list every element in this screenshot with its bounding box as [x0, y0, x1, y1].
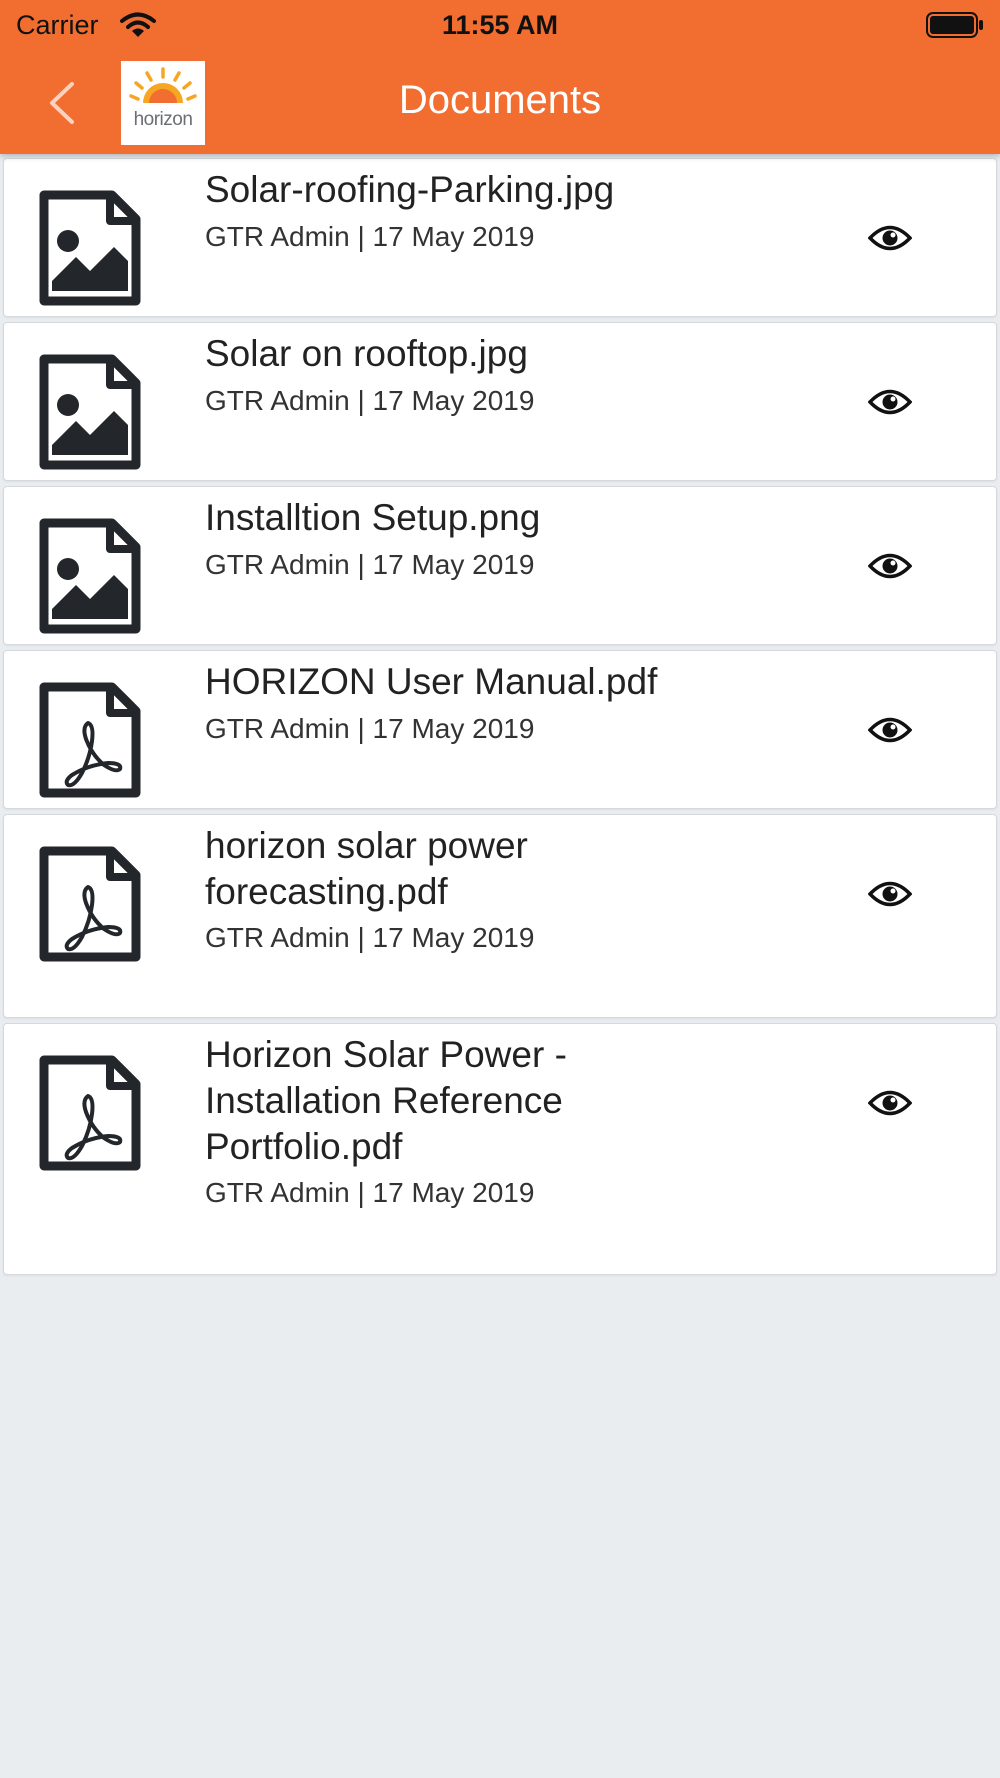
- eye-icon[interactable]: [868, 223, 912, 253]
- document-row[interactable]: Solar on rooftop.jpg GTR Admin | 17 May …: [3, 322, 997, 481]
- document-name: Solar on rooftop.jpg: [205, 333, 528, 374]
- document-meta: GTR Admin | 17 May 2019: [205, 221, 535, 252]
- image-file-icon: [39, 354, 141, 470]
- document-meta: GTR Admin | 17 May 2019: [205, 713, 535, 744]
- document-name: HORIZON User Manual.pdf: [205, 661, 658, 702]
- pdf-file-icon: [39, 1055, 141, 1171]
- document-name: Solar-roofing-Parking.jpg: [205, 169, 615, 210]
- pdf-file-icon: [39, 846, 141, 962]
- document-name: horizon solar power forecasting.pdf: [205, 825, 528, 912]
- clock: 11:55 AM: [441, 10, 559, 40]
- eye-icon[interactable]: [868, 1088, 912, 1118]
- eye-icon[interactable]: [868, 551, 912, 581]
- status-bar: Carrier 11:55 AM: [0, 0, 1000, 50]
- document-row[interactable]: Installtion Setup.png GTR Admin | 17 May…: [3, 486, 997, 645]
- document-meta: GTR Admin | 17 May 2019: [205, 922, 535, 953]
- image-file-icon: [39, 518, 141, 634]
- nav-bar: Carrier 11:55 AM horizon Documents: [0, 0, 1000, 154]
- document-name: Horizon Solar Power - Installation Refer…: [205, 1034, 567, 1167]
- document-row[interactable]: Horizon Solar Power - Installation Refer…: [3, 1023, 997, 1275]
- eye-icon[interactable]: [868, 715, 912, 745]
- document-name: Installtion Setup.png: [205, 497, 541, 538]
- document-meta: GTR Admin | 17 May 2019: [205, 1177, 535, 1208]
- pdf-file-icon: [39, 682, 141, 798]
- document-row[interactable]: horizon solar power forecasting.pdf GTR …: [3, 814, 997, 1018]
- document-meta: GTR Admin | 17 May 2019: [205, 385, 535, 416]
- document-row[interactable]: Solar-roofing-Parking.jpg GTR Admin | 17…: [3, 158, 997, 317]
- eye-icon[interactable]: [868, 387, 912, 417]
- battery-icon: [926, 12, 983, 38]
- image-file-icon: [39, 190, 141, 306]
- document-row[interactable]: HORIZON User Manual.pdf GTR Admin | 17 M…: [3, 650, 997, 809]
- eye-icon[interactable]: [868, 879, 912, 909]
- page-title: Documents: [398, 78, 602, 122]
- document-meta: GTR Admin | 17 May 2019: [205, 549, 535, 580]
